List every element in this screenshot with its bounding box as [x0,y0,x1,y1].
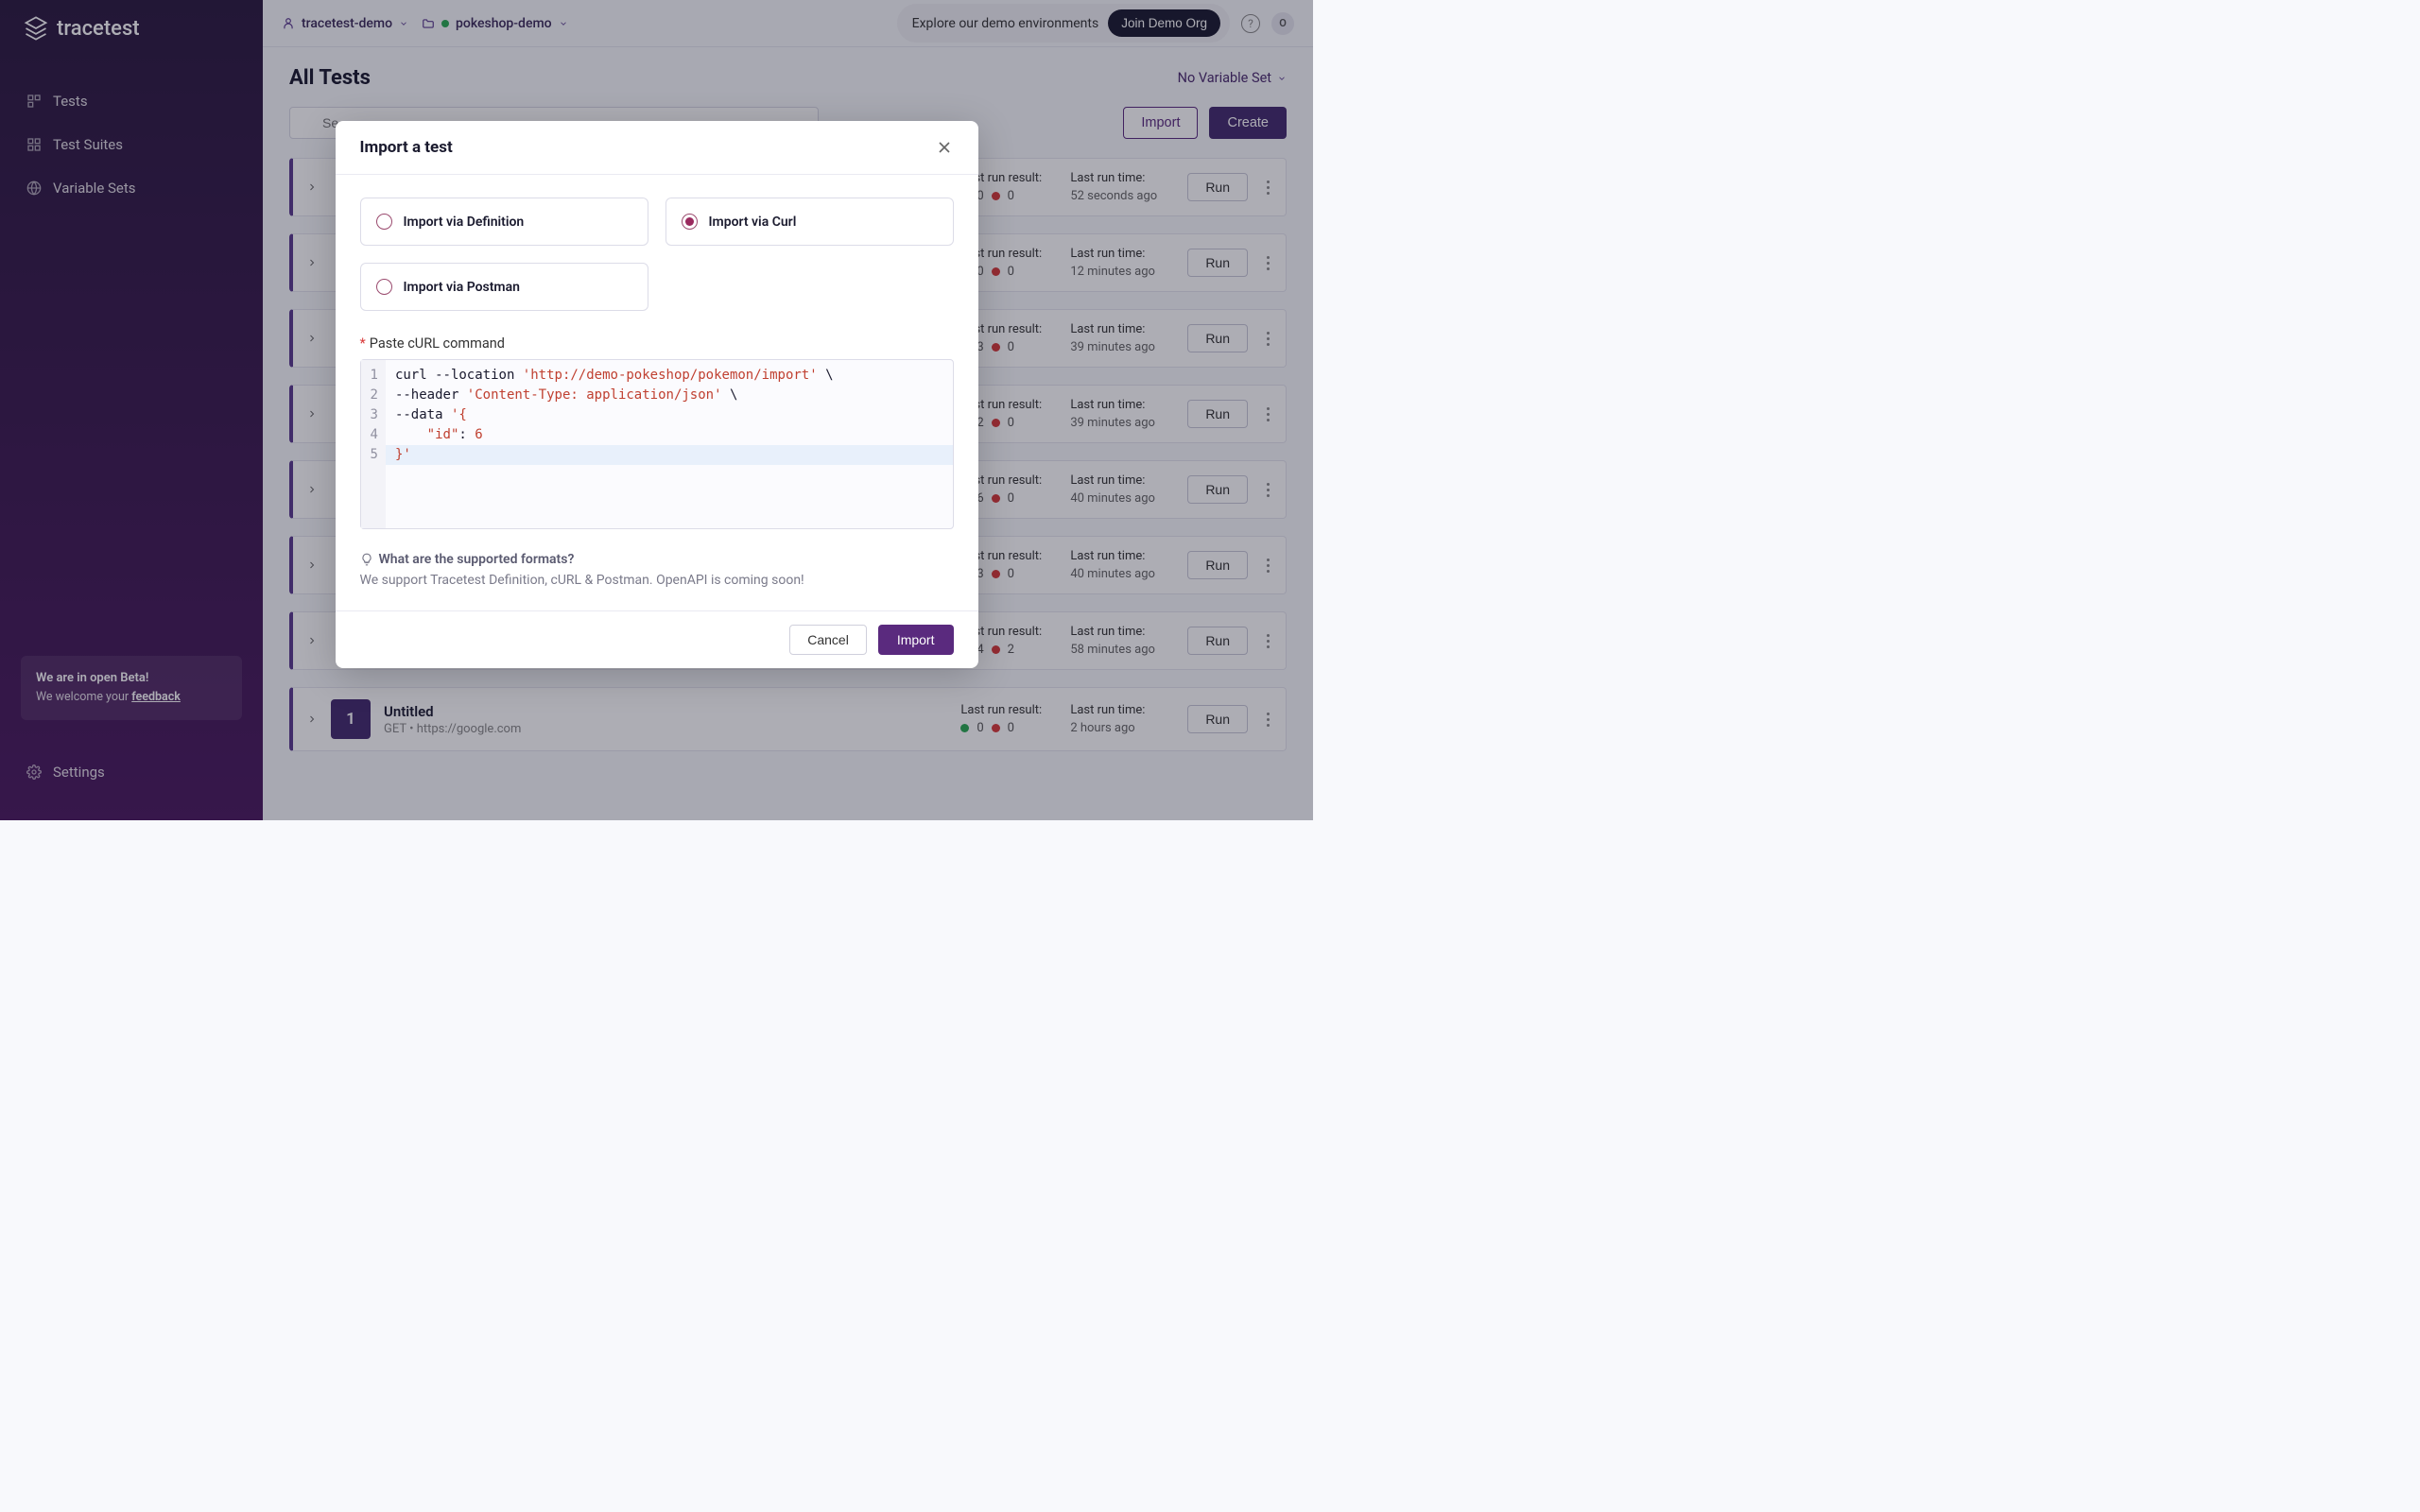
code-content: curl --location 'http://demo-pokeshop/po… [386,360,953,528]
modal-import-button[interactable]: Import [878,625,954,655]
formats-question: What are the supported formats? [360,552,954,567]
option-label: Import via Curl [709,215,797,230]
line-gutter: 12345 [361,360,386,528]
option-label: Import via Postman [404,280,520,295]
close-icon [935,138,954,157]
formats-answer: We support Tracetest Definition, cURL & … [360,573,954,588]
option-curl[interactable]: Import via Curl [666,198,954,246]
bulb-icon [360,553,373,566]
import-modal: Import a test Import via Definition Impo… [336,121,978,668]
curl-input[interactable]: 12345 curl --location 'http://demo-pokes… [360,359,954,529]
radio-icon [376,214,392,230]
cancel-button[interactable]: Cancel [789,625,867,655]
close-button[interactable] [935,138,954,157]
option-postman[interactable]: Import via Postman [360,263,648,311]
required-marker: * [360,335,366,352]
radio-icon [376,279,392,295]
curl-field-label: * Paste cURL command [360,335,954,352]
option-label: Import via Definition [404,215,525,230]
option-definition[interactable]: Import via Definition [360,198,648,246]
modal-title: Import a test [360,138,453,157]
radio-icon [682,214,698,230]
modal-overlay[interactable]: Import a test Import via Definition Impo… [0,0,1313,820]
